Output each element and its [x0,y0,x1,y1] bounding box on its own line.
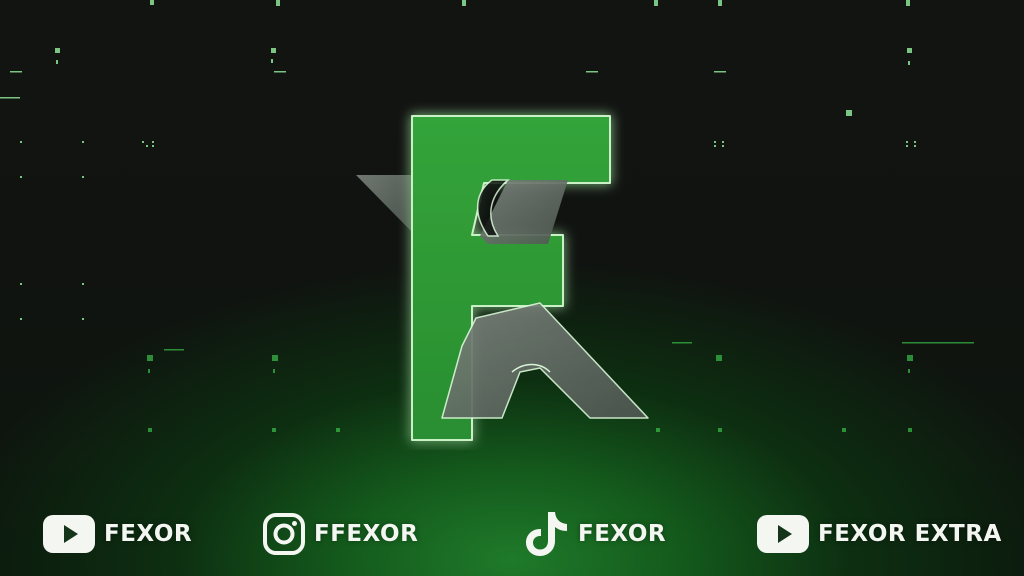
social-links-row: FEXOR FFEXOR FEXOR FEXOR EXTRA [0,500,1024,570]
social-instagram-ffexor[interactable]: FFEXOR [262,506,418,562]
channel-banner: FEXOR FFEXOR FEXOR FEXOR EXTRA [0,0,1024,576]
social-youtube-fexor-extra[interactable]: FEXOR EXTRA [756,506,1002,562]
social-youtube-fexor[interactable]: FEXOR [42,506,192,562]
youtube-icon [756,514,810,554]
instagram-icon [262,512,306,556]
fexor-f-logo-icon [356,115,649,441]
social-tiktok-fexor[interactable]: FEXOR [524,506,666,562]
youtube-icon [42,514,96,554]
tiktok-icon [524,509,570,559]
social-label: FEXOR [578,521,667,547]
social-label: FEXOR EXTRA [818,521,1002,547]
social-label: FFEXOR [314,521,419,547]
social-label: FEXOR [104,521,193,547]
